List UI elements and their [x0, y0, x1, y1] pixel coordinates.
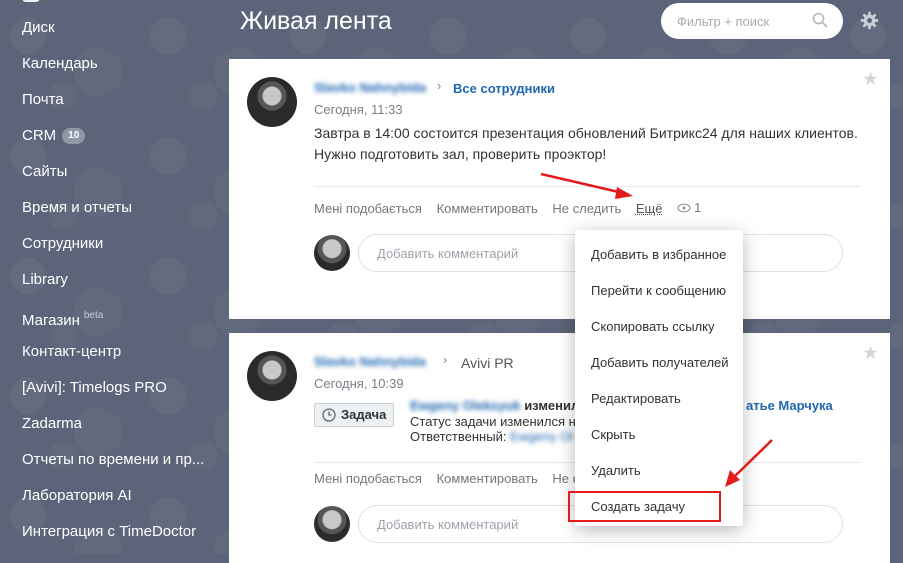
- like-link[interactable]: Мені подобається: [314, 201, 422, 216]
- task-author[interactable]: Ewgeny Oleksyuk: [410, 398, 521, 413]
- menu-item-delete[interactable]: Удалить: [591, 463, 641, 479]
- sidebar-item-ai-lab[interactable]: Лаборатория AI: [22, 484, 132, 508]
- beta-label: beta: [83, 310, 104, 321]
- author-avatar[interactable]: [247, 351, 297, 401]
- author-avatar[interactable]: [247, 77, 297, 127]
- post-date[interactable]: Сегодня, 11:33: [314, 102, 403, 117]
- sidebar-item-calendar[interactable]: Календарь: [22, 52, 98, 76]
- sidebar-item-label: Zadarma: [22, 415, 83, 432]
- task-badge: Задача: [314, 403, 394, 427]
- task-badge-label: Задача: [341, 407, 387, 422]
- sidebar-item-contact-center[interactable]: Контакт-центр: [22, 340, 121, 364]
- task-responsible-line: Ответственный: Ewgeny Ol: [410, 429, 573, 444]
- sidebar-item-label: Интеграция с TimeDoctor: [22, 523, 197, 540]
- sidebar-item-employees[interactable]: Сотрудники: [22, 232, 103, 256]
- more-link[interactable]: Ещё: [636, 201, 663, 216]
- task-changed-text: изменил: [524, 398, 580, 413]
- post-date[interactable]: Сегодня, 10:39: [314, 376, 404, 391]
- like-link[interactable]: Мені подобається: [314, 471, 422, 486]
- sidebar-item-label: Отчеты по времени и пр...: [22, 451, 205, 468]
- sidebar-item-time-reports[interactable]: Время и отчеты: [22, 196, 132, 220]
- post-author[interactable]: Slavko Nahnybida: [314, 80, 426, 95]
- task-change-line: Ewgeny Oleksyuk изменил атье Марчука: [410, 398, 833, 413]
- post-destination[interactable]: Avivi PR: [461, 355, 514, 371]
- sidebar-item-label: Лаборатория AI: [22, 487, 132, 504]
- chevron-right-icon: ›: [437, 78, 442, 93]
- menu-item-go-to-message[interactable]: Перейти к сообщению: [591, 283, 726, 299]
- current-user-avatar: [314, 235, 350, 271]
- sidebar-item-shop[interactable]: Магазин beta: [22, 304, 104, 329]
- menu-item-add-recipients[interactable]: Добавить получателей: [591, 355, 729, 371]
- sidebar-item-library[interactable]: Library: [22, 268, 68, 292]
- feed-post: Slavko Nahnybida › Все сотрудники Сегодн…: [229, 59, 890, 319]
- sidebar-item-label: Календарь: [22, 55, 98, 72]
- views-counter: 1: [677, 200, 712, 215]
- divider: [314, 186, 861, 187]
- task-responsible-label: Ответственный:: [410, 429, 507, 444]
- task-title[interactable]: атье Марчука: [746, 398, 833, 413]
- sidebar-item-disk[interactable]: Диск: [22, 16, 55, 40]
- task-responsible[interactable]: Ewgeny Ol: [510, 429, 573, 444]
- sidebar-item-label: Сотрудники: [22, 235, 104, 252]
- sidebar-item-label: Время и отчеты: [22, 199, 133, 216]
- star-icon[interactable]: [863, 71, 878, 86]
- sidebar-item-label: Диск: [22, 19, 55, 36]
- post-author[interactable]: Slavko Nahnybida: [314, 354, 426, 369]
- crm-counter-badge: 10: [62, 128, 86, 144]
- sidebar-item-label: [Avivi]: Timelogs PRO: [22, 379, 167, 396]
- current-user-avatar: [314, 506, 350, 542]
- sidebar-item-label: CRM: [22, 127, 57, 144]
- sidebar-item-label: Library: [22, 271, 68, 288]
- sidebar-item-label: Магазин: [22, 312, 80, 329]
- more-actions-menu: Добавить в избранное Перейти к сообщению…: [575, 230, 743, 526]
- sidebar-item-sites[interactable]: Сайты: [22, 160, 67, 184]
- left-menu: Диск Календарь Почта CRM 10 Сайты Время и…: [0, 0, 228, 554]
- menu-item-edit[interactable]: Редактировать: [591, 391, 681, 407]
- menu-item-add-favorites[interactable]: Добавить в избранное: [591, 247, 726, 263]
- sidebar-item-timedoctor[interactable]: Интеграция с TimeDoctor: [22, 520, 196, 544]
- menu-item-copy-link[interactable]: Скопировать ссылку: [591, 319, 715, 335]
- chevron-right-icon: ›: [443, 352, 448, 367]
- post-actions: Мені подобається Комментировать Не следи…: [314, 200, 723, 216]
- sidebar-item-crm[interactable]: CRM 10: [22, 124, 86, 148]
- post-destination[interactable]: Все сотрудники: [453, 81, 555, 96]
- clock-icon: [322, 408, 336, 422]
- menu-item-hide[interactable]: Скрыть: [591, 427, 635, 443]
- search-icon[interactable]: [812, 12, 828, 28]
- comment-link[interactable]: Комментировать: [437, 201, 538, 216]
- eye-icon: [677, 203, 691, 212]
- sidebar-item-mail[interactable]: Почта: [22, 88, 64, 112]
- page-title: Живая лента: [240, 7, 392, 35]
- sidebar-item-label: Контакт-центр: [22, 343, 122, 360]
- star-icon[interactable]: [863, 345, 878, 360]
- task-status-text: Статус задачи изменился н: [410, 414, 576, 429]
- sidebar-item-time-reports-ext[interactable]: Отчеты по времени и пр...: [22, 448, 204, 472]
- menu-icon-stub: [22, 0, 40, 2]
- unfollow-link[interactable]: Не следить: [552, 201, 621, 216]
- gear-icon[interactable]: [860, 11, 879, 30]
- sidebar-item-timelogs[interactable]: [Avivi]: Timelogs PRO: [22, 376, 167, 400]
- comment-link[interactable]: Комментировать: [437, 471, 538, 486]
- sidebar-item-label: Почта: [22, 91, 64, 108]
- sidebar-item-zadarma[interactable]: Zadarma: [22, 412, 82, 436]
- post-text: Завтра в 14:00 состоится презентация обн…: [314, 125, 858, 162]
- feed-post: Slavko Nahnybida › Avivi PR Сегодня, 10:…: [229, 333, 890, 563]
- annotation-highlight-box: [568, 491, 721, 522]
- sidebar-item-label: Сайты: [22, 163, 68, 180]
- views-count: 1: [694, 200, 702, 215]
